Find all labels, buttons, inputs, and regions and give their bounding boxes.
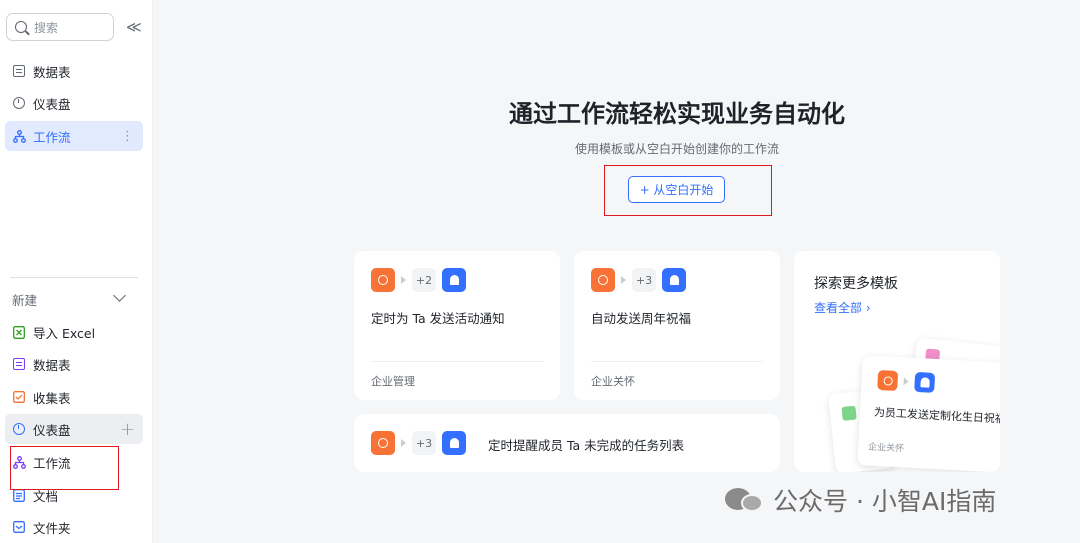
sidebar-item-label: 工作流	[33, 129, 71, 145]
form-icon	[12, 390, 26, 404]
new-section-label: 新建	[12, 293, 38, 308]
card-title: 定时为 Ta 发送活动通知	[371, 311, 505, 326]
card-category: 企业关怀	[591, 375, 635, 388]
arrow-right-icon	[903, 377, 909, 386]
add-icon[interactable]: +	[120, 419, 135, 440]
page-subtitle: 使用模板或从空白开始创建你的工作流	[574, 142, 779, 156]
preview-title: 为员工发送定制化生日祝福	[873, 405, 1000, 426]
preview-category: 企业关怀	[867, 442, 905, 455]
view-all-link[interactable]: 查看全部 ›	[814, 299, 871, 316]
arrow-right-icon	[401, 439, 406, 447]
new-item-label: 数据表	[33, 357, 71, 373]
sidebar-item-label: 仪表盘	[33, 96, 71, 112]
search-icon	[15, 21, 27, 33]
sidebar-item-dashboard[interactable]: 仪表盘	[5, 88, 143, 118]
new-item-label: 导入 Excel	[33, 325, 96, 341]
bell-icon	[914, 371, 936, 393]
step-count: +3	[412, 431, 436, 455]
card-title: 定时提醒成员 Ta 未完成的任务列表	[488, 438, 685, 453]
new-dashboard[interactable]: 仪表盘 +	[5, 414, 143, 444]
explore-templates-card[interactable]: 探索更多模板 查看全部 › 为员工发送定制化生日祝福 企业关怀	[794, 251, 1000, 472]
alarm-clock-icon	[877, 369, 899, 391]
preview-card-front: 为员工发送定制化生日祝福 企业关怀	[857, 355, 1000, 472]
card-title: 自动发送周年祝福	[591, 311, 692, 326]
arrow-right-icon	[401, 276, 406, 284]
table-icon	[12, 64, 26, 78]
table-icon	[12, 357, 26, 371]
alarm-clock-icon	[371, 268, 395, 292]
search-input[interactable]: 搜索	[6, 13, 114, 41]
bell-icon	[442, 268, 466, 292]
app-icon	[841, 405, 857, 421]
card-flow-icons: +3	[371, 431, 466, 455]
new-form[interactable]: 收集表	[5, 382, 143, 412]
watermark: 公众号 · 小智AI指南	[725, 482, 996, 518]
page-title: 通过工作流轻松实现业务自动化	[509, 100, 845, 128]
highlight-box-workflow	[10, 446, 119, 490]
divider	[371, 361, 543, 362]
workflow-icon	[12, 129, 26, 143]
more-options-icon[interactable]: ⋮	[121, 129, 134, 144]
template-card[interactable]: +2 定时为 Ta 发送活动通知 企业管理	[354, 251, 560, 400]
card-flow-icons: +2	[371, 268, 466, 292]
start-blank-button[interactable]: + 从空白开始	[628, 176, 725, 203]
divider	[591, 361, 763, 362]
chevron-down-icon[interactable]	[113, 289, 126, 302]
doc-icon	[12, 488, 26, 502]
search-placeholder: 搜索	[34, 20, 59, 35]
collapse-sidebar-icon[interactable]: ≪	[126, 18, 142, 36]
explore-title: 探索更多模板	[814, 276, 898, 292]
step-count: +2	[412, 268, 436, 292]
watermark-text: 公众号 · 小智AI指南	[773, 487, 997, 516]
step-count: +3	[632, 268, 656, 292]
bell-icon	[662, 268, 686, 292]
template-card[interactable]: +3 自动发送周年祝福 企业关怀	[574, 251, 780, 400]
arrow-right-icon	[621, 276, 626, 284]
card-flow-icons: +3	[591, 268, 686, 292]
template-card[interactable]: +3 定时提醒成员 Ta 未完成的任务列表	[354, 414, 780, 472]
alarm-clock-icon	[591, 268, 615, 292]
sidebar-item-workflow[interactable]: 工作流 ⋮	[5, 121, 143, 151]
wechat-logo-icon	[725, 484, 765, 516]
folder-icon	[12, 520, 26, 534]
new-item-label: 文件夹	[33, 520, 71, 536]
sidebar-item-table[interactable]: 数据表	[5, 56, 143, 86]
new-table[interactable]: 数据表	[5, 349, 143, 379]
new-folder[interactable]: 文件夹	[5, 512, 143, 542]
sidebar-item-label: 数据表	[33, 64, 71, 80]
alarm-clock-icon	[371, 431, 395, 455]
new-item-label: 收集表	[33, 390, 71, 406]
dashboard-icon	[12, 422, 26, 436]
dashboard-icon	[12, 96, 26, 110]
new-item-label: 仪表盘	[33, 422, 71, 438]
bell-icon	[442, 431, 466, 455]
divider	[10, 277, 138, 278]
new-import-excel[interactable]: 导入 Excel	[5, 317, 143, 347]
card-category: 企业管理	[371, 375, 415, 388]
excel-icon	[12, 325, 26, 339]
